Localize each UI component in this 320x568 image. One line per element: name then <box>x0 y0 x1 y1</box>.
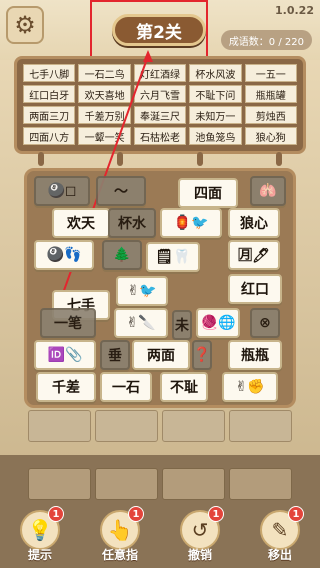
answer-slot[interactable] <box>95 410 158 442</box>
idiom-cell: 一颦一笑 <box>78 127 131 145</box>
hint-count-badge: 1 <box>48 506 64 522</box>
idiom-grid: 七手八脚 一石二鸟 灯红酒绿 杯水风波 一五一红口白牙 欢天喜地 六月飞雪 不耻下问 瓶瓶罐两面… <box>23 64 297 145</box>
answer-slot[interactable] <box>229 410 292 442</box>
idiom-cell: 一石二鸟 <box>78 64 131 82</box>
idiom-cell: 奉涎三尺 <box>133 106 187 124</box>
word-tile[interactable]: 🧶🌐 <box>196 308 240 338</box>
word-tile[interactable]: 🏮🐦 <box>160 208 222 238</box>
idiom-cell: 剪烛西 <box>244 106 297 124</box>
word-tile[interactable]: 垂 <box>100 340 130 370</box>
word-tile[interactable]: 🫁 <box>250 176 286 206</box>
word-tile[interactable]: 一石 <box>100 372 152 402</box>
idiom-board: 七手八脚 一石二鸟 灯红酒绿 杯水风波 一五一红口白牙 欢天喜地 六月飞雪 不耻下问 瓶瓶罐两面… <box>14 56 306 154</box>
pick-any-label: 任意指 <box>101 548 138 562</box>
word-tile[interactable]: 千差 <box>36 372 96 402</box>
word-tile[interactable]: ⊗ <box>250 308 280 338</box>
pick-any-button[interactable]: 👆 1 任意指 <box>90 506 150 566</box>
pick-any-count-badge: 1 <box>128 506 144 522</box>
hint-label: 提示 <box>27 548 52 562</box>
idiom-cell: 灯红酒绿 <box>133 64 187 82</box>
undo-button[interactable]: ↺ 1 撤销 <box>170 506 230 566</box>
word-tile[interactable]: 不耻 <box>160 372 208 402</box>
idiom-cell: 千差万别 <box>78 106 131 124</box>
word-tile[interactable]: 欢天 <box>52 208 110 238</box>
hint-button[interactable]: 💡 1 提示 <box>10 506 70 566</box>
idiom-cell: 不耻下问 <box>189 85 242 103</box>
word-tile[interactable]: 四面 <box>178 178 238 208</box>
idiom-cell: 六月飞雪 <box>133 85 187 103</box>
word-tile[interactable]: 未 <box>172 310 192 340</box>
word-tile[interactable]: 红口 <box>228 274 282 304</box>
word-tile[interactable]: 瓶瓶 <box>228 340 282 370</box>
idiom-cell: 两面三刀 <box>23 106 76 124</box>
settings-gear-icon[interactable]: ⚙ <box>6 6 44 44</box>
level-title: 第2关 <box>112 14 206 46</box>
word-tile[interactable]: ✌✊ <box>222 372 278 402</box>
word-tile[interactable]: 两面 <box>132 340 190 370</box>
word-tile[interactable]: ✌🔪 <box>114 308 168 338</box>
idiom-cell: 一五一 <box>244 64 297 82</box>
undo-label: 撤销 <box>187 548 212 562</box>
idiom-cell: 七手八脚 <box>23 64 76 82</box>
word-tile[interactable]: 一笔 <box>40 308 96 338</box>
remove-label: 移出 <box>267 548 292 562</box>
holding-slot[interactable] <box>28 468 91 500</box>
idiom-cell: 池鱼笼鸟 <box>189 127 242 145</box>
word-tile[interactable]: 🆔📎 <box>34 340 96 370</box>
idiom-cell: 未知万一 <box>189 106 242 124</box>
word-tile[interactable]: ❓ <box>192 340 212 370</box>
word-tile[interactable]: 🌲 <box>102 240 142 270</box>
idiom-cell: 石枯松老 <box>133 127 187 145</box>
word-tile[interactable]: 🈷🖊 <box>228 240 280 270</box>
version-label: 1.0.22 <box>275 4 314 17</box>
word-tile[interactable]: 杯水 <box>108 208 156 238</box>
answer-slot[interactable] <box>28 410 91 442</box>
remove-count-badge: 1 <box>288 506 304 522</box>
undo-count-badge: 1 <box>208 506 224 522</box>
remove-button[interactable]: ✎ 1 移出 <box>250 506 310 566</box>
answer-slot[interactable] <box>162 410 225 442</box>
idiom-cell: 狼心狗 <box>244 127 297 145</box>
word-tile[interactable]: 🎱◻ <box>34 176 90 206</box>
idiom-cell: 杯水风波 <box>189 64 242 82</box>
tool-bar: 💡 1 提示 👆 1 任意指 ↺ 1 撤销 ✎ 1 移出 <box>0 506 320 568</box>
idiom-cell: 瓶瓶罐 <box>244 85 297 103</box>
idiom-cell: 红口白牙 <box>23 85 76 103</box>
holding-slot[interactable] <box>95 468 158 500</box>
word-tile[interactable]: 〜 <box>96 176 146 206</box>
answer-slots <box>24 410 296 442</box>
holding-slot[interactable] <box>229 468 292 500</box>
idiom-cell: 欢天喜地 <box>78 85 131 103</box>
holding-slot[interactable] <box>162 468 225 500</box>
idiom-cell: 四面八方 <box>23 127 76 145</box>
word-tile[interactable]: 🎱👣 <box>34 240 94 270</box>
board-hangers <box>38 152 282 166</box>
idiom-count: 成语数：0 / 220 <box>220 30 312 50</box>
word-tile[interactable]: 狼心 <box>228 208 280 238</box>
holding-slots <box>24 468 296 500</box>
word-tile[interactable]: 🗒🦷 <box>146 242 200 272</box>
word-tile[interactable]: ✌🐦 <box>116 276 168 306</box>
